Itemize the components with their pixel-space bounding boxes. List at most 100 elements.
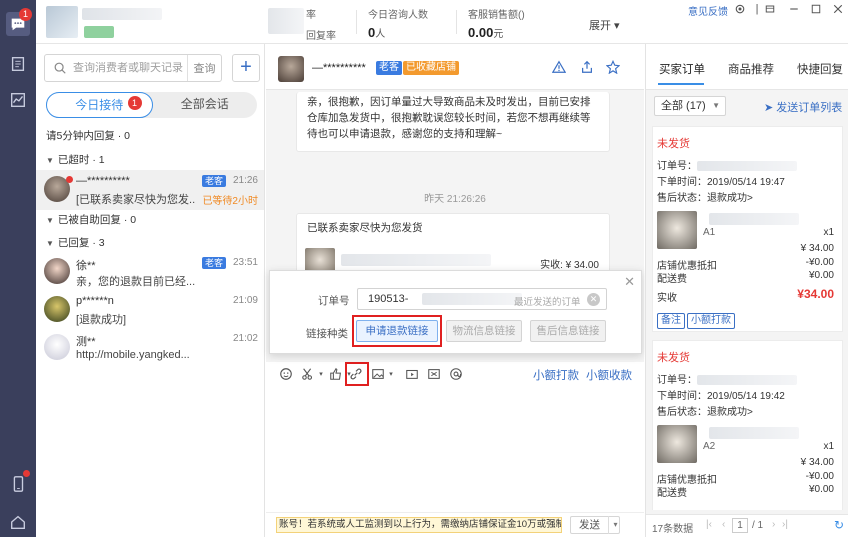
message-bubble: 亲，很抱歉，因订单量过大导致商品未及时发出，目前已安排仓库加急发货中，很抱歉耽误… xyxy=(296,92,610,152)
order-number-field[interactable]: 190513- 最近发送的订单 ✕ xyxy=(357,288,607,310)
caret-down-icon: ▼ xyxy=(46,239,54,248)
mobile-nav-button[interactable] xyxy=(6,470,30,496)
group-auto-replied[interactable]: ▼ 已被自助回复 · 0 xyxy=(46,212,136,227)
next-page-icon[interactable]: › xyxy=(772,519,775,530)
send-options-dropdown[interactable]: ▾ xyxy=(608,516,622,534)
conversation-item[interactable]: —********** 老客 21:26 [已联系卖家尽快为您发... 已等待2… xyxy=(36,170,264,210)
today-badge: 1 xyxy=(127,96,142,110)
waiting-time: 已等待2小时 xyxy=(202,196,258,207)
home-icon xyxy=(11,515,25,529)
chat-nav-button[interactable]: 1 xyxy=(6,8,32,36)
avatar xyxy=(278,56,304,82)
conversation-item[interactable]: 徐** 老客 23:51 亲，您的退款目前已经... xyxy=(36,252,264,292)
maximize-button[interactable] xyxy=(809,2,823,16)
at-icon xyxy=(450,368,462,380)
prev-page-icon[interactable]: ‹ xyxy=(722,519,725,530)
pin-button[interactable] xyxy=(763,2,777,16)
page-input[interactable]: 1 xyxy=(732,518,748,533)
home-nav-button[interactable] xyxy=(6,510,30,534)
message-timestamp: 昨天 21:26:26 xyxy=(424,194,486,205)
caret-down-icon[interactable]: ▾ xyxy=(313,366,329,382)
mobile-dot xyxy=(23,470,30,477)
video-button[interactable] xyxy=(404,366,420,382)
clear-icon[interactable]: ✕ xyxy=(587,293,600,306)
order-pagination: 17条数据 |‹ ‹ 1 / 1 › ›| ↻ xyxy=(646,514,848,537)
after-sale-link[interactable]: 售后状态：退款成功> xyxy=(657,189,753,204)
after-sale-link[interactable]: 售后状态：退款成功> xyxy=(657,403,753,418)
star-button[interactable] xyxy=(605,59,621,75)
chart-icon xyxy=(11,93,25,107)
logistics-link-button[interactable]: 物流信息链接 xyxy=(446,320,522,342)
minimize-button[interactable] xyxy=(787,2,801,16)
order-total: ¥34.00 xyxy=(797,287,834,301)
aftersale-link-button[interactable]: 售后信息链接 xyxy=(530,320,606,342)
separator-icon: | xyxy=(755,3,759,15)
emoji-button[interactable] xyxy=(278,366,294,382)
page-total: / 1 xyxy=(752,520,764,531)
at-button[interactable] xyxy=(448,366,464,382)
tab-buyer-orders[interactable]: 买家订单 xyxy=(659,61,705,77)
small-payment-button[interactable]: 小额打款 xyxy=(687,313,735,329)
right-tabs: 买家订单 商品推荐 快捷回复 xyxy=(646,44,848,90)
caret-down-icon[interactable]: ▾ xyxy=(383,366,399,382)
small-payment-link[interactable]: 小额打款 xyxy=(533,367,579,383)
shop-level-tag xyxy=(84,26,114,38)
last-page-icon[interactable]: ›| xyxy=(782,519,788,530)
first-page-icon[interactable]: |‹ xyxy=(706,519,712,530)
warning-button[interactable] xyxy=(551,60,567,74)
close-icon xyxy=(833,4,843,14)
record-count: 17条数据 xyxy=(652,524,694,535)
close-button[interactable] xyxy=(831,2,845,16)
send-order-list-link[interactable]: ➤ 发送订单列表 xyxy=(764,99,842,115)
caret-down-icon: ▼ xyxy=(46,156,54,165)
share-button[interactable] xyxy=(580,60,594,74)
shop-name-redacted xyxy=(82,8,162,20)
order-card[interactable]: 未发货 订单号： 下单时间：2019/05/14 19:47 售后状态：退款成功… xyxy=(652,126,843,332)
note-button[interactable]: 备注 xyxy=(657,313,685,329)
order-status: 未发货 xyxy=(657,352,690,364)
conversation-item[interactable]: 测** 21:02 http://mobile.yangked... xyxy=(36,328,264,368)
active-tab-indicator xyxy=(658,83,704,85)
pin-icon xyxy=(765,5,775,13)
document-icon xyxy=(11,57,25,71)
group-timeout[interactable]: ▼ 已超时 · 1 xyxy=(46,152,105,167)
order-filter-select[interactable]: 全部 (17) ▼ xyxy=(654,96,726,116)
star-icon xyxy=(605,59,621,75)
product-thumbnail xyxy=(657,425,697,463)
tab-all[interactable]: 全部会话 xyxy=(153,92,258,118)
feedback-link[interactable]: 意见反馈 xyxy=(688,3,728,18)
add-button[interactable]: + xyxy=(232,54,260,82)
small-collect-link[interactable]: 小额收款 xyxy=(586,367,632,383)
search-button[interactable]: 查询 xyxy=(187,55,221,81)
composer-footer: 账号！若系统或人工监测到以上行为，需缴纳店铺保证金10万或强制关店 发送 ▾ xyxy=(266,512,644,537)
orders-nav-button[interactable] xyxy=(6,52,30,76)
order-card[interactable]: 未发货 订单号： 下单时间：2019/05/14 19:42 售后状态：退款成功… xyxy=(652,340,843,510)
card-icon xyxy=(428,369,440,379)
order-status: 未发货 xyxy=(657,138,690,150)
search-input[interactable] xyxy=(73,62,189,74)
tab-product-recommend[interactable]: 商品推荐 xyxy=(728,61,774,77)
product-title-redacted xyxy=(709,427,799,439)
tab-quick-reply[interactable]: 快捷回复 xyxy=(797,61,843,77)
settings-button[interactable] xyxy=(733,2,747,16)
chat-header: —********** 老客 已收藏店铺 xyxy=(266,44,644,90)
stats-nav-button[interactable] xyxy=(6,88,30,112)
avatar xyxy=(44,334,70,360)
tab-today[interactable]: 今日接待 1 xyxy=(46,92,153,118)
policy-warning: 账号！若系统或人工监测到以上行为，需缴纳店铺保证金10万或强制关店 xyxy=(276,517,562,533)
refund-highlight-box xyxy=(352,315,442,347)
conversation-item[interactable]: p******n 21:09 [退款成功] xyxy=(36,290,264,330)
send-icon: ➤ xyxy=(764,102,774,114)
video-icon xyxy=(406,369,418,379)
message-input[interactable] xyxy=(266,386,644,512)
avatar xyxy=(44,296,70,322)
group-replied[interactable]: ▼ 已回复 · 3 xyxy=(46,235,105,250)
minimize-icon xyxy=(790,8,798,10)
refresh-icon[interactable]: ↻ xyxy=(834,518,844,532)
stat-reply-rate: 率 回复率 xyxy=(306,10,336,42)
gear-icon xyxy=(735,4,745,14)
card-button[interactable] xyxy=(426,366,442,382)
expand-button[interactable]: 展开 ▾ xyxy=(589,17,620,33)
dialog-close-icon[interactable]: ✕ xyxy=(624,274,635,290)
product-title-redacted xyxy=(709,213,799,225)
